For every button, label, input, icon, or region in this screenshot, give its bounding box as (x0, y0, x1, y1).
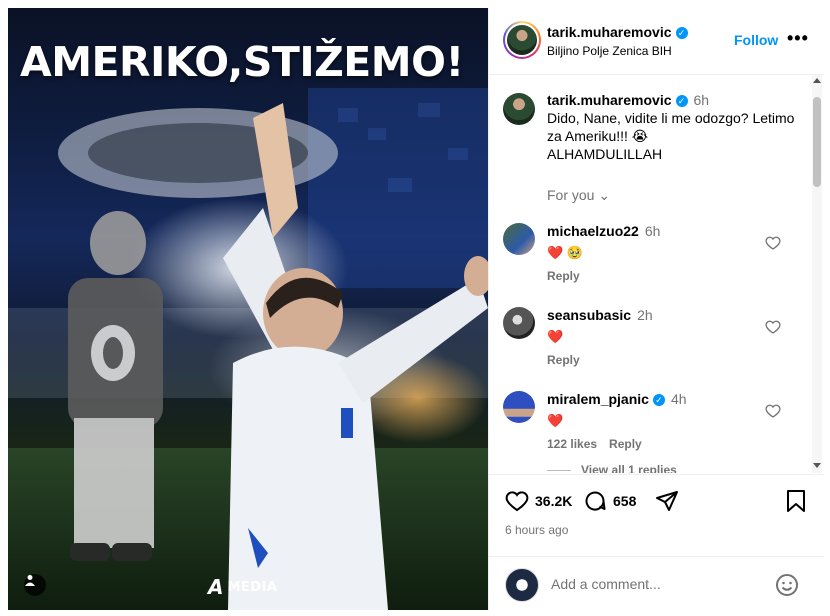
add-comment-bar (489, 556, 824, 610)
caption-avatar[interactable] (503, 93, 535, 125)
verified-badge-icon: ✓ (652, 394, 665, 407)
reply-button[interactable]: Reply (609, 437, 642, 451)
caption-time: 6h (693, 92, 710, 108)
commenter-avatar[interactable] (503, 391, 535, 423)
post-header: tarik.muharemovic ✓ Biljino Polje Zenica … (489, 8, 824, 75)
emoji-icon[interactable] (775, 573, 799, 597)
watermark-logo: A (208, 575, 224, 599)
comment-like-icon[interactable] (765, 403, 781, 419)
commenter-avatar[interactable] (503, 223, 535, 255)
comment-item: michaelzuo22 6h ❤️ 🥹 Reply (503, 223, 803, 303)
author-name-row: tarik.muharemovic ✓ (547, 24, 688, 42)
comment-count[interactable]: 658 (613, 493, 636, 509)
caption-username[interactable]: tarik.muharemovic (547, 92, 672, 108)
comments-sort-dropdown[interactable]: For you ⌄ (547, 187, 610, 204)
caption-text: tarik.muharemovic ✓ 6h Dido, Nane, vidite … (547, 91, 805, 163)
share-icon[interactable] (655, 489, 679, 513)
comment-time: 4h (670, 391, 687, 407)
comment-text: ❤️ (547, 413, 564, 428)
commenter-username[interactable]: seansubasic (547, 307, 631, 323)
verified-badge-icon: ✓ (675, 26, 688, 39)
comment-item: seansubasic 2h ❤️ Reply (503, 307, 803, 387)
post-modal: AMERIKO,STIŽEMO! A MEDIA tarik.muharemov… (8, 8, 824, 610)
comment-input[interactable] (549, 573, 763, 595)
comment-text: ❤️ (547, 329, 564, 344)
media-watermark: A MEDIA (208, 575, 278, 599)
view-replies-button[interactable]: View all 1 replies (547, 463, 677, 473)
author-username[interactable]: tarik.muharemovic (547, 24, 672, 40)
post-headline: AMERIKO,STIŽEMO! (20, 38, 464, 86)
post-sidebar: tarik.muharemovic ✓ Biljino Polje Zenica … (488, 8, 824, 610)
comment-likes-count[interactable]: 122 likes (547, 437, 597, 451)
scroll-down-icon[interactable] (813, 463, 821, 468)
comment-action[interactable]: 658 (583, 489, 636, 513)
comment-time: 2h (637, 307, 653, 323)
heart-icon[interactable] (505, 489, 529, 513)
reply-button[interactable]: Reply (547, 353, 580, 367)
like-action[interactable]: 36.2K (505, 489, 572, 513)
verified-badge-icon: ✓ (675, 95, 688, 108)
user-tag-icon[interactable] (24, 574, 46, 596)
commenter-username[interactable]: michaelzuo22 (547, 223, 639, 239)
caption-line-3: ALHAMDULILLAH (547, 146, 663, 162)
current-user-avatar[interactable] (505, 568, 539, 602)
author-avatar[interactable] (503, 21, 541, 59)
view-replies-label: View all 1 replies (581, 463, 677, 473)
scroll-up-icon[interactable] (813, 78, 821, 83)
caption-line-1: Dido, Nane, vidite li me odozgo? Letimo (547, 110, 795, 126)
bookmark-icon[interactable] (785, 489, 807, 513)
comment-text: ❤️ 🥹 (547, 245, 583, 260)
comments-list[interactable]: tarik.muharemovic ✓ 6h Dido, Nane, vidite … (489, 75, 824, 473)
more-options-icon[interactable]: ••• (787, 28, 809, 49)
post-timestamp[interactable]: 6 hours ago (505, 523, 568, 537)
comment-like-icon[interactable] (765, 235, 781, 251)
share-action[interactable] (655, 489, 679, 513)
comments-scrollbar[interactable] (812, 75, 822, 473)
reply-button[interactable]: Reply (547, 269, 580, 283)
watermark-text: MEDIA (227, 579, 278, 595)
post-image[interactable]: AMERIKO,STIŽEMO! A MEDIA (8, 8, 488, 610)
save-action[interactable] (785, 489, 807, 513)
scrollbar-thumb[interactable] (813, 97, 821, 187)
post-location[interactable]: Biljino Polje Zenica BIH (547, 44, 672, 58)
like-count[interactable]: 36.2K (535, 493, 572, 509)
comment-like-icon[interactable] (765, 319, 781, 335)
comment-item: miralem_pjanic ✓ 4h ❤️ 122 likes Reply View… (503, 391, 803, 473)
post-actions-bar: 36.2K 658 6 hours ago (489, 474, 824, 549)
post-artwork (8, 88, 488, 610)
commenter-avatar[interactable] (503, 307, 535, 339)
caption-line-2: za Ameriku!!! 😭 (547, 128, 649, 144)
comment-time: 6h (644, 223, 661, 239)
comment-icon[interactable] (583, 489, 607, 513)
follow-button[interactable]: Follow (734, 32, 778, 48)
commenter-username[interactable]: miralem_pjanic (547, 391, 649, 407)
